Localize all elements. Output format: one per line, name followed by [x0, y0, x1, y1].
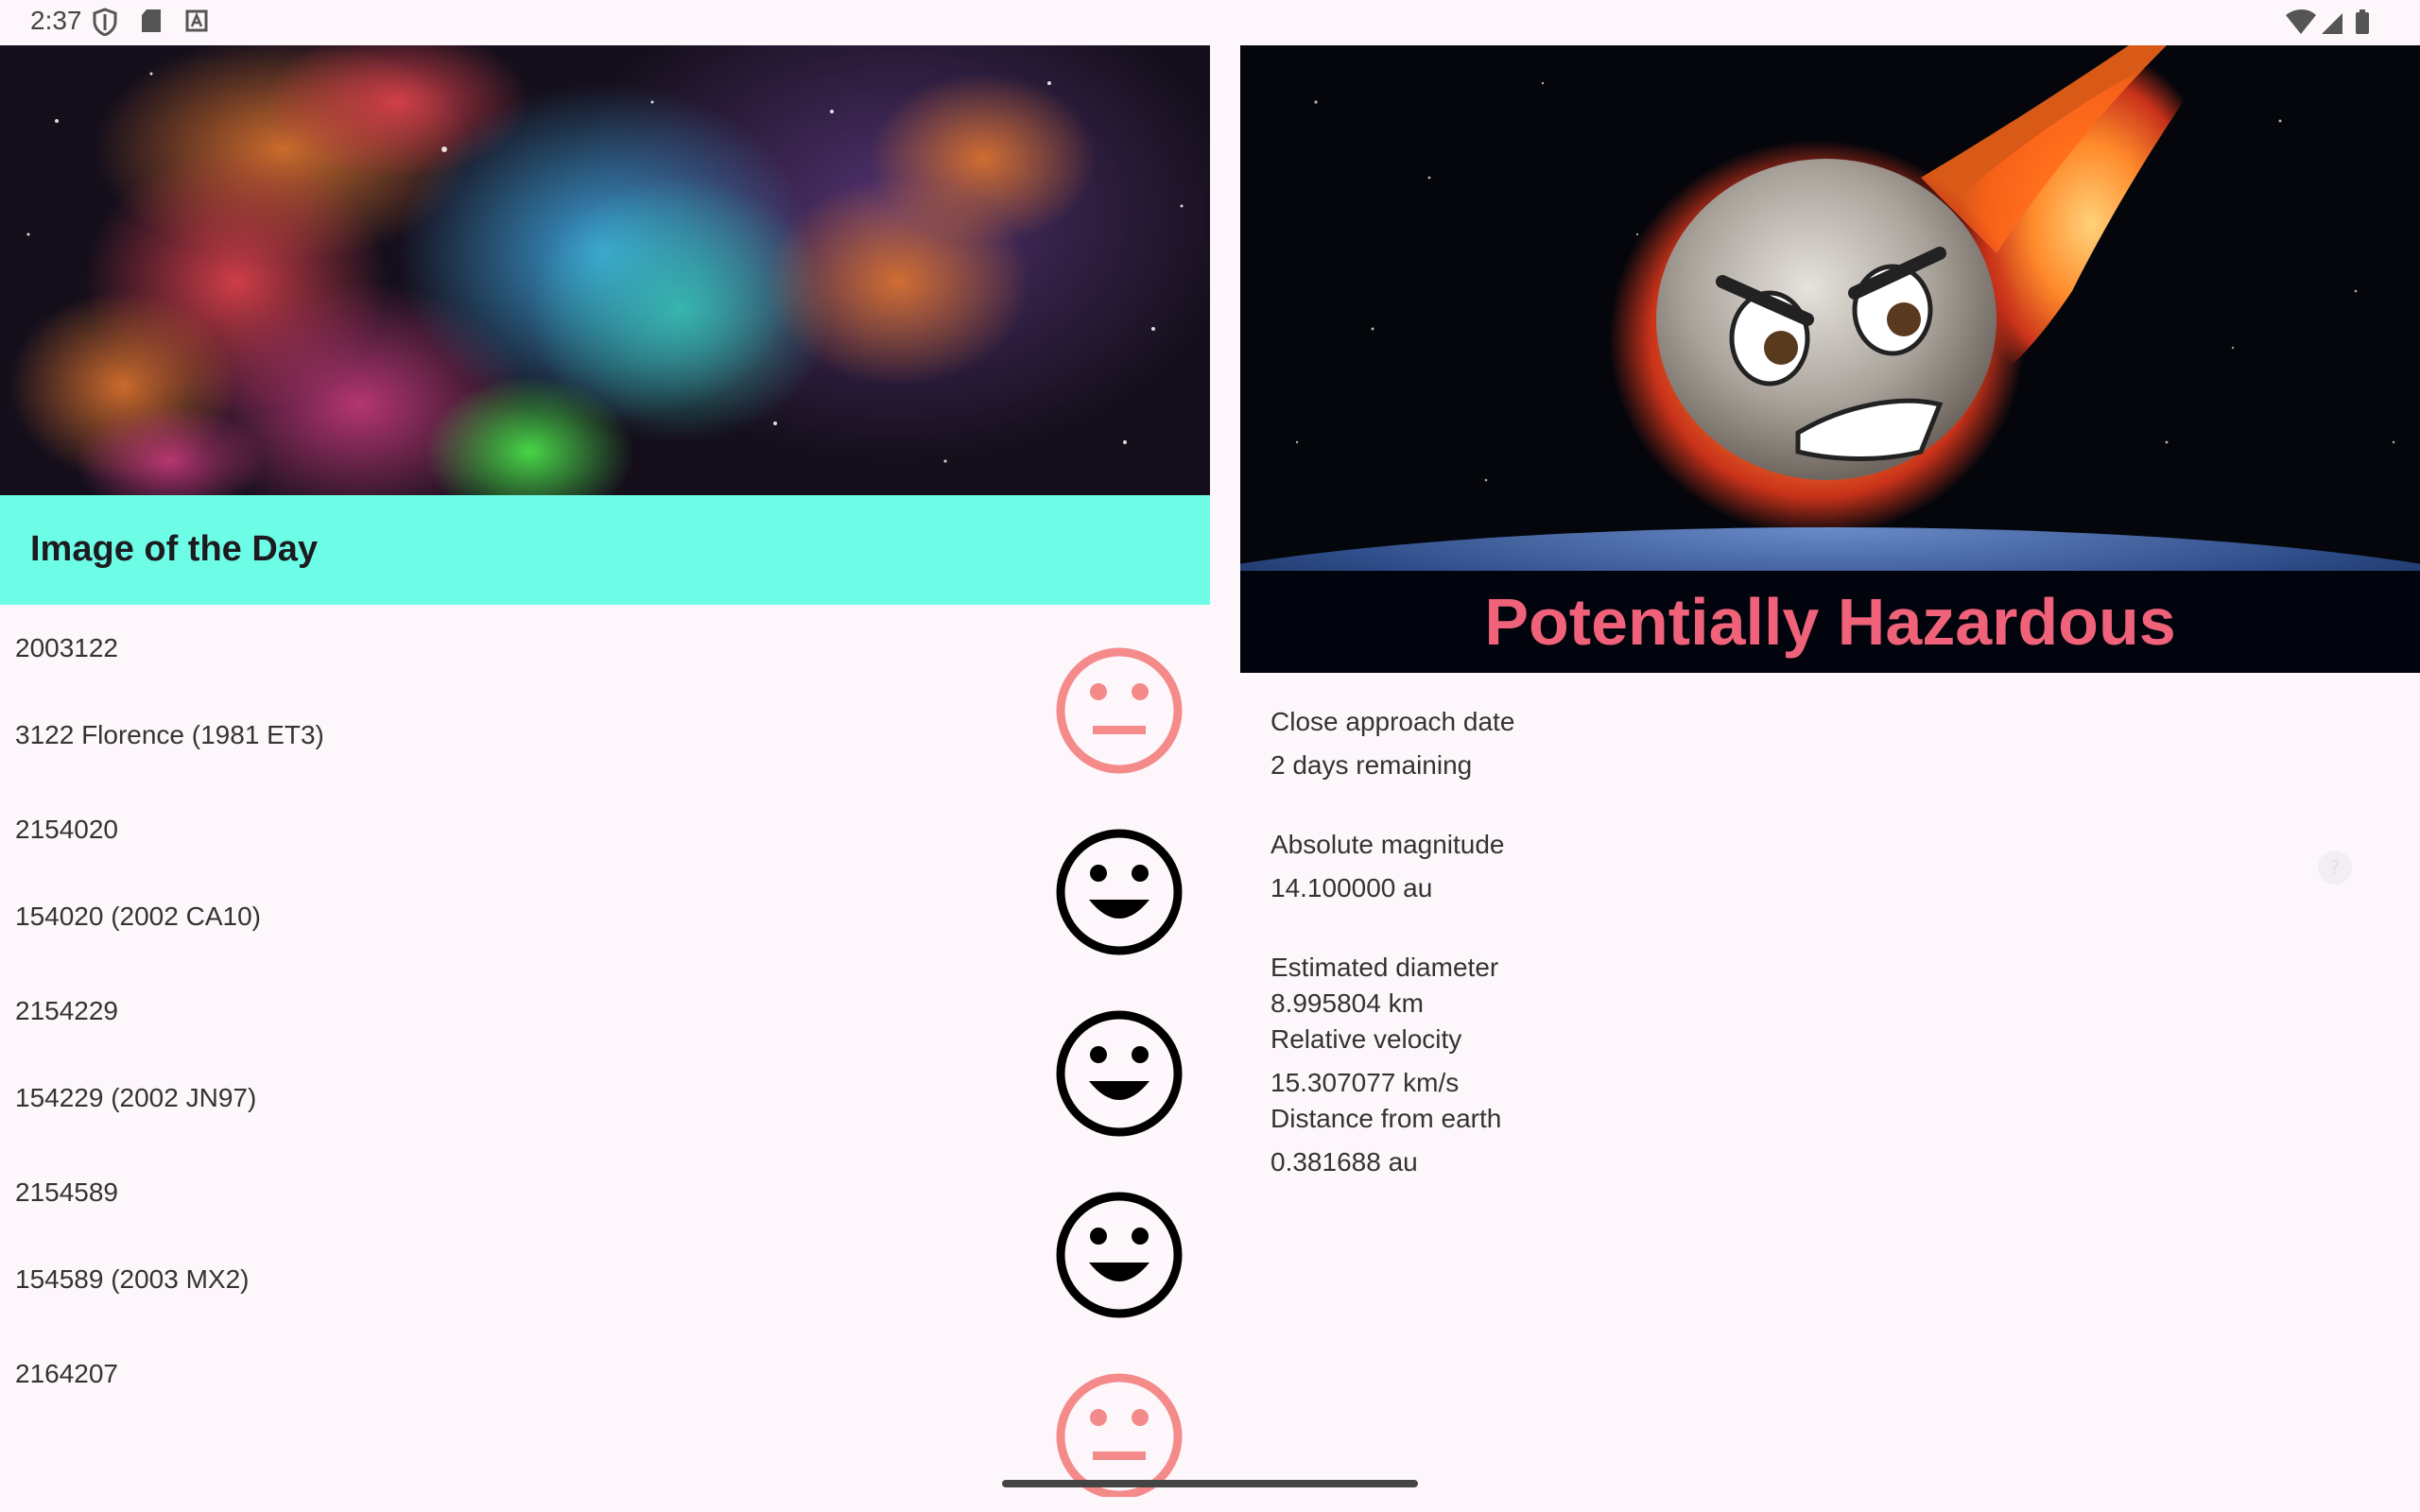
- relative-velocity-label: Relative velocity: [1270, 1024, 1462, 1054]
- relative-velocity-value: 15.307077 km/s: [1270, 1068, 1460, 1097]
- hazard-image: Potentially Hazardous: [1240, 45, 2420, 673]
- list-item[interactable]: 2154229 154229 (2002 JN97): [0, 968, 1210, 1149]
- neutral-face-icon: [1053, 1370, 1185, 1497]
- angry-asteroid-image: [1240, 45, 2420, 673]
- battery-icon: [2356, 9, 2369, 34]
- asteroid-id: 2164207: [15, 1359, 119, 1388]
- asteroid-id: 2154589: [15, 1177, 119, 1207]
- asteroid-id: 2003122: [15, 633, 119, 662]
- distance-label: Distance from earth: [1270, 1104, 1502, 1133]
- asteroid-name: 154229 (2002 JN97): [15, 1083, 257, 1112]
- text-a-icon: [185, 8, 208, 39]
- status-bar: 2:37: [0, 0, 2420, 45]
- happy-face-icon: [1053, 1007, 1185, 1140]
- sd-card-icon: [140, 8, 163, 39]
- neutral-face-icon: [1053, 644, 1185, 777]
- hazard-caption-bar: Potentially Hazardous: [1240, 571, 2420, 673]
- estimated-diameter-label: Estimated diameter: [1270, 953, 1499, 982]
- absolute-magnitude-label: Absolute magnitude: [1270, 830, 1505, 859]
- nebula-image: [0, 45, 1210, 495]
- happy-face-icon: [1053, 826, 1185, 958]
- close-approach-value: 2 days remaining: [1270, 750, 1473, 780]
- asteroid-id: 2154020: [15, 815, 119, 844]
- asteroid-name: 154589 (2003 MX2): [15, 1264, 250, 1294]
- list-item[interactable]: 2154020 154020 (2002 CA10): [0, 786, 1210, 968]
- hazard-caption: Potentially Hazardous: [1484, 585, 2176, 659]
- list-item[interactable]: 2154589 154589 (2003 MX2): [0, 1149, 1210, 1331]
- asteroid-id: 2154229: [15, 996, 119, 1025]
- banner-title: Image of the Day: [30, 529, 319, 569]
- shield-icon: [93, 8, 117, 41]
- gesture-nav-handle[interactable]: [1002, 1480, 1418, 1487]
- left-panel: Image of the Day 2003122 3122 Florence (…: [0, 45, 1210, 1512]
- distance-value: 0.381688 au: [1270, 1147, 1418, 1177]
- asteroid-list[interactable]: 2003122 3122 Florence (1981 ET3) 2154020…: [0, 605, 1210, 1497]
- list-item[interactable]: 2164207: [0, 1331, 1210, 1497]
- list-item[interactable]: 2003122 3122 Florence (1981 ET3): [0, 605, 1210, 786]
- status-time: 2:37: [30, 6, 82, 35]
- status-right-icons: [2284, 9, 2375, 41]
- image-of-the-day-banner: Image of the Day: [0, 495, 1210, 605]
- absolute-magnitude-value: 14.100000 au: [1270, 873, 1433, 902]
- detail-panel: Potentially Hazardous Close approach dat…: [1240, 45, 2420, 1512]
- estimated-diameter-value: 8.995804 km: [1270, 988, 1424, 1018]
- asteroid-name: 154020 (2002 CA10): [15, 902, 261, 931]
- signal-icon: [2322, 13, 2342, 34]
- asteroid-name: 3122 Florence (1981 ET3): [15, 720, 324, 749]
- wifi-icon: [2286, 9, 2316, 34]
- happy-face-icon: [1053, 1189, 1185, 1321]
- image-of-the-day[interactable]: [0, 45, 1210, 495]
- close-approach-label: Close approach date: [1270, 707, 1515, 736]
- svg-text:?: ?: [2330, 856, 2341, 879]
- help-icon[interactable]: ?: [2316, 849, 2354, 891]
